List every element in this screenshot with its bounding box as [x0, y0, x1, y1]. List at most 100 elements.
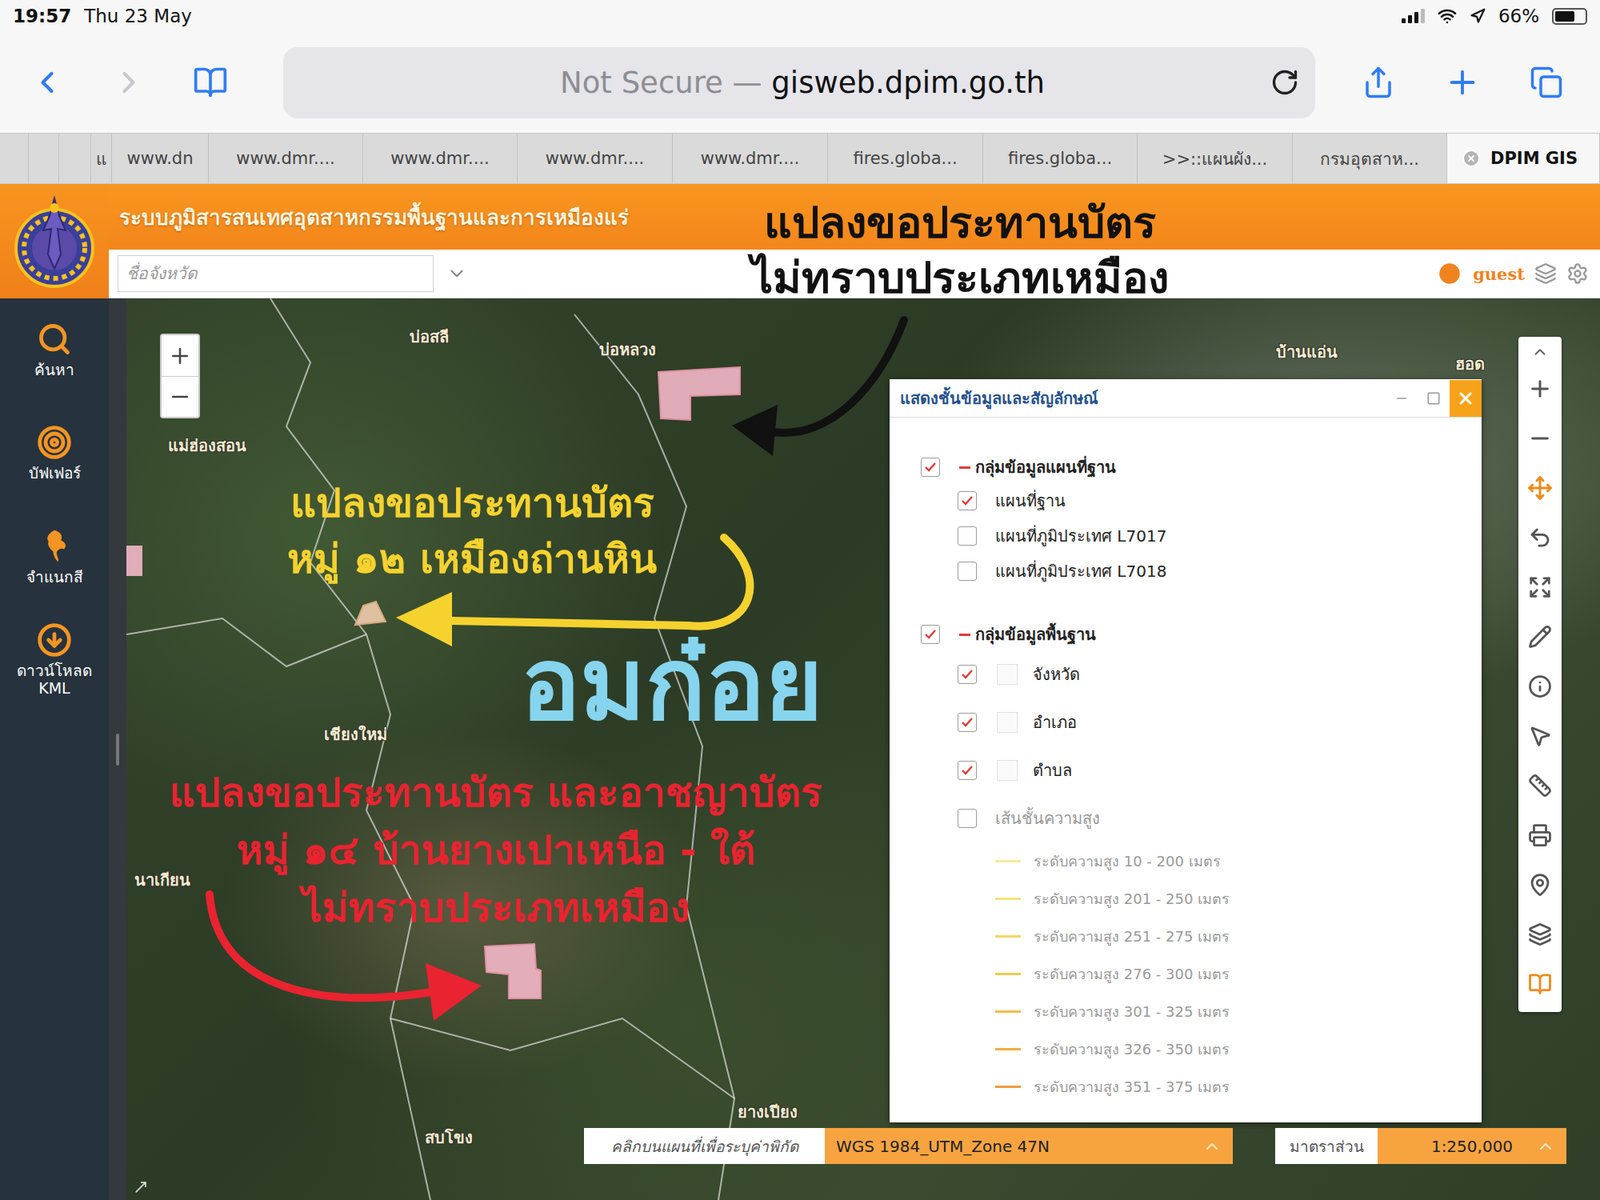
- browser-tab[interactable]: fires.globa...: [983, 133, 1138, 184]
- browser-tab[interactable]: [0, 133, 29, 184]
- browser-tab[interactable]: >>::แผนผัง...: [1137, 133, 1293, 184]
- browser-tab[interactable]: กรมอุตสาห...: [1292, 133, 1448, 184]
- legend-line: [995, 897, 1021, 900]
- annotation-line: แปลงขอประทานบัตร: [232, 475, 712, 532]
- status-bar: 19:57Thu 23 May66%: [0, 0, 1600, 32]
- browser-tab[interactable]: fires.globa...: [828, 133, 984, 184]
- layer-row[interactable]: จังหวัด: [889, 650, 1482, 699]
- coordinate-bar: คลิกบนแผนที่เพื่อระบุค่าพิกัดWGS 1984_UT…: [584, 1128, 1567, 1164]
- sidebar-label: ดาวน์โหลด KML: [10, 662, 99, 698]
- province-dropdown[interactable]: [446, 263, 468, 284]
- browser-tab[interactable]: DPIM GIS: [1447, 133, 1600, 184]
- map-tool-button[interactable]: [1518, 959, 1562, 1009]
- map-tool-button[interactable]: [1518, 612, 1562, 662]
- map-tool-button[interactable]: [1518, 860, 1562, 910]
- map-tool-button[interactable]: [1518, 810, 1562, 860]
- sidebar-item[interactable]: จำแนกสี: [0, 504, 109, 608]
- browser-tab[interactable]: www.dmr....: [517, 133, 673, 184]
- group-checkbox[interactable]: [920, 457, 940, 477]
- splitter[interactable]: [108, 298, 127, 1200]
- sidebar-item[interactable]: ค้นหา: [0, 298, 109, 402]
- logo: [0, 184, 109, 299]
- sidebar-item[interactable]: บัฟเฟอร์: [0, 401, 109, 505]
- share-button[interactable]: [1358, 58, 1399, 107]
- reload-icon[interactable]: [1270, 68, 1300, 97]
- layer-checkbox[interactable]: [957, 808, 977, 828]
- map-row: บ่อสลีบ่อหลวงบ้านแอ่นฮอดแม่ฮ่องสอนเชียงใ…: [108, 298, 1600, 1200]
- new-tab-button[interactable]: [1442, 58, 1483, 107]
- layer-checkbox[interactable]: [957, 760, 977, 780]
- back-button[interactable]: [27, 58, 68, 107]
- projection-select[interactable]: WGS 1984_UTM_Zone 47N: [824, 1128, 1233, 1164]
- measure-icon: [1528, 773, 1552, 798]
- layer-group[interactable]: กลุ่มข้อมูลแผนที่ฐาน: [889, 451, 1482, 484]
- tabs-button[interactable]: [1526, 58, 1567, 107]
- map[interactable]: บ่อสลีบ่อหลวงบ้านแอ่นฮอดแม่ฮ่องสอนเชียงใ…: [126, 298, 1600, 1200]
- scale-label: มาตราส่วน: [1275, 1128, 1378, 1164]
- browser-tab[interactable]: [59, 133, 92, 184]
- layer-row[interactable]: ตำบล: [889, 746, 1482, 795]
- info-icon: [1528, 674, 1552, 699]
- layer-row[interactable]: เส้นชั้นความสูง: [889, 794, 1482, 843]
- layer-checkbox[interactable]: [957, 712, 977, 732]
- url-field[interactable]: Not Secure — gisweb.dpim.go.th: [283, 47, 1316, 119]
- collapse-dash[interactable]: [959, 466, 971, 469]
- zoom-out-button[interactable]: [161, 376, 199, 417]
- scale-select[interactable]: 1:250,000: [1377, 1128, 1567, 1164]
- province-input[interactable]: [117, 255, 434, 292]
- resize-icon[interactable]: [132, 1179, 149, 1196]
- browser-tab[interactable]: www.dmr....: [208, 133, 364, 184]
- district-boundary: [126, 618, 367, 667]
- group-checkbox[interactable]: [920, 624, 940, 644]
- map-tool-button[interactable]: [1518, 711, 1562, 761]
- panel-title-bar[interactable]: แสดงชั้นข้อมูลและสัญลักษณ์: [889, 379, 1482, 418]
- layer-checkbox[interactable]: [957, 526, 977, 546]
- map-tool-button[interactable]: [1518, 909, 1562, 960]
- browser-tab[interactable]: www.dmr....: [363, 133, 518, 184]
- layer-row[interactable]: แผนที่ฐาน: [889, 483, 1482, 519]
- layer-checkbox[interactable]: [957, 561, 977, 581]
- maximize-button[interactable]: [1417, 380, 1450, 417]
- basemap-icon[interactable]: [1534, 262, 1557, 285]
- sidebar-item[interactable]: ดาวน์โหลด KML: [0, 608, 109, 712]
- map-tool-button[interactable]: [1518, 562, 1562, 612]
- layer-group[interactable]: กลุ่มข้อมูลพื้นฐาน: [889, 618, 1482, 651]
- map-tool-button[interactable]: [1518, 661, 1562, 712]
- layer-checkbox[interactable]: [957, 664, 977, 684]
- minimize-button[interactable]: [1385, 380, 1418, 417]
- map-tool-button[interactable]: [1518, 340, 1562, 364]
- zoom-in-button[interactable]: [161, 335, 199, 376]
- map-tool-button[interactable]: [1518, 364, 1562, 414]
- map-tool-button[interactable]: [1518, 760, 1562, 811]
- close-button[interactable]: [1449, 380, 1482, 417]
- layer-row[interactable]: แผนที่ภูมิประเทศ L7018: [889, 553, 1482, 589]
- map-tool-button[interactable]: [1518, 463, 1562, 513]
- splitter-handle[interactable]: [116, 733, 120, 766]
- browser-tab[interactable]: [28, 133, 60, 184]
- user-name[interactable]: guest: [1472, 264, 1525, 284]
- forward-button[interactable]: [108, 58, 149, 107]
- layer-label: เส้นชั้นความสูง: [995, 805, 1100, 832]
- concession-parcel[interactable]: [126, 545, 143, 576]
- map-tool-button[interactable]: [1518, 413, 1562, 464]
- collapse-dash[interactable]: [959, 633, 971, 636]
- map-tool-button[interactable]: [1518, 512, 1562, 563]
- download-icon: [36, 622, 72, 658]
- browser-tab[interactable]: www.dn: [112, 133, 209, 184]
- signal-bar: [1420, 8, 1425, 24]
- close-tab-icon[interactable]: [1461, 148, 1481, 168]
- layer-row[interactable]: แผนที่ภูมิประเทศ L7017: [889, 518, 1482, 554]
- browser-tab[interactable]: แ: [91, 133, 112, 184]
- layer-row[interactable]: อำเภอ: [889, 698, 1482, 747]
- bookmarks-button[interactable]: [190, 58, 231, 107]
- layers-icon: [1528, 922, 1552, 947]
- concession-parcel[interactable]: [355, 601, 386, 625]
- browser-tab[interactable]: www.dmr....: [672, 133, 828, 184]
- district-boundary: [390, 1018, 735, 1099]
- layer-checkbox[interactable]: [957, 491, 977, 511]
- concession-parcel[interactable]: [484, 944, 541, 999]
- chevron-up-icon: [1536, 1136, 1556, 1156]
- action-buttons: [1358, 58, 1567, 107]
- concession-parcel[interactable]: [658, 367, 740, 420]
- settings-icon[interactable]: [1566, 262, 1589, 285]
